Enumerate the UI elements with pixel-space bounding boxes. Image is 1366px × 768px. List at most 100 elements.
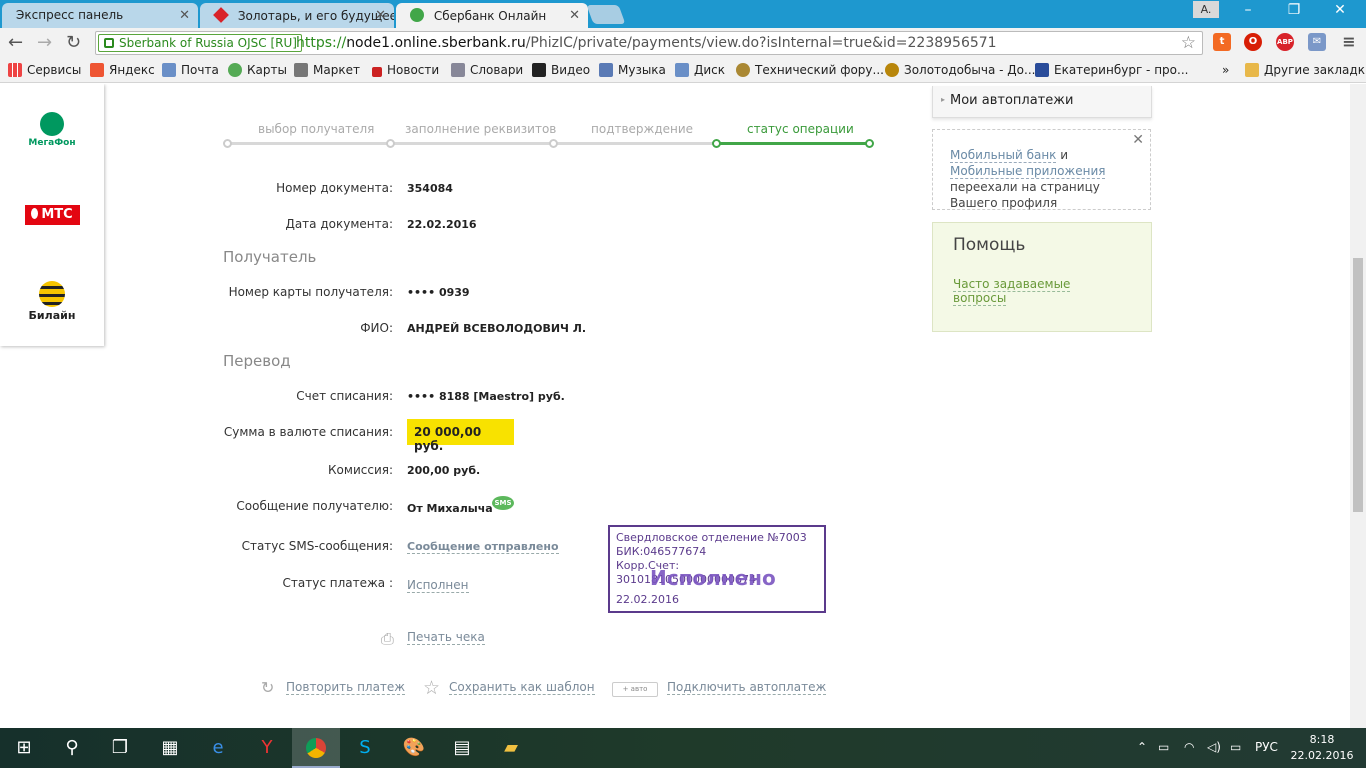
bookmark-label: Маркет: [313, 63, 360, 77]
wifi-icon[interactable]: ◠: [1184, 740, 1194, 754]
bookmark-label: Музыка: [618, 63, 666, 77]
browser-toolbar: ← → ↻ Sberbank of Russia OJSC [RU] https…: [0, 28, 1366, 58]
vertical-scrollbar[interactable]: [1350, 84, 1366, 728]
edge-icon[interactable]: e: [194, 728, 242, 768]
yandex-browser-icon[interactable]: Y: [243, 728, 291, 768]
taskbar-clock[interactable]: 8:18 22.02.2016: [1290, 732, 1354, 764]
scrollbar-thumb[interactable]: [1353, 258, 1363, 512]
repeat-payment-link[interactable]: Повторить платеж: [286, 680, 406, 695]
payment-status-link[interactable]: Исполнен: [407, 578, 469, 593]
print-receipt-link[interactable]: Печать чека: [407, 630, 485, 645]
faq-link[interactable]: Часто задаваемые вопросы: [953, 277, 1083, 306]
close-icon[interactable]: ✕: [569, 8, 580, 23]
operator-mts[interactable]: МТС: [0, 205, 104, 225]
bookmark-label: Словари: [470, 63, 524, 77]
bookmark-yandex[interactable]: Яндекс: [90, 63, 155, 77]
bookmark-music[interactable]: Музыка: [599, 63, 666, 77]
close-icon[interactable]: ✕: [179, 8, 190, 23]
auto-badge-text: авто: [630, 685, 648, 693]
account-label: Счет списания:: [296, 389, 393, 403]
ev-label: Sberbank of Russia OJSC [RU]: [119, 36, 297, 50]
other-bookmarks[interactable]: Другие закладки: [1245, 63, 1366, 77]
file-explorer-icon[interactable]: ▰: [487, 728, 535, 768]
step-label: выбор получателя: [258, 122, 375, 136]
bookmark-gold-mining[interactable]: Золотодобыча - До...: [885, 63, 1035, 77]
save-template-link[interactable]: Сохранить как шаблон: [449, 680, 595, 695]
bookmark-video[interactable]: Видео: [532, 63, 590, 77]
mobile-bank-link[interactable]: Мобильный банк: [950, 148, 1057, 163]
repeat-icon[interactable]: ↻: [261, 678, 274, 697]
input-language[interactable]: РУС: [1255, 740, 1278, 754]
opera-icon[interactable]: O: [1244, 33, 1262, 51]
mobile-apps-link[interactable]: Мобильные приложения: [950, 164, 1106, 179]
reload-icon[interactable]: ↻: [66, 32, 81, 53]
address-bar[interactable]: Sberbank of Russia OJSC [RU] https://nod…: [95, 31, 1203, 55]
sms-status-link[interactable]: Сообщение отправлено: [407, 540, 559, 554]
chrome-icon[interactable]: [292, 728, 340, 768]
forward-arrow-icon[interactable]: →: [37, 32, 52, 53]
windows-taskbar: ⊞ ⚲ ❐ ▦ e Y S 🎨 ▤ ▰ ⌃ ▭ ◠ ◁) ▭ РУС 8:18 …: [0, 728, 1366, 768]
url-text[interactable]: https://node1.online.sberbank.ru/PhizIC/…: [296, 35, 997, 51]
bookmark-mail[interactable]: Почта: [162, 63, 219, 77]
volume-icon[interactable]: ◁): [1207, 740, 1221, 754]
notification-icon[interactable]: ▭: [1230, 740, 1241, 754]
battery-icon[interactable]: ▭: [1158, 740, 1169, 754]
connect-autopay-link[interactable]: Подключить автоплатеж: [667, 680, 827, 695]
bookmarks-overflow[interactable]: »: [1222, 63, 1229, 77]
bank-stamp: Свердловское отделение №7003 БИК:0465776…: [608, 525, 826, 613]
stamp-branch: Свердловское отделение №7003: [616, 531, 807, 544]
tray-chevron-up-icon[interactable]: ⌃: [1137, 740, 1147, 754]
app-icon[interactable]: ▤: [438, 728, 486, 768]
my-autopayments-button[interactable]: ▸ Мои автоплатежи: [932, 86, 1152, 118]
market-icon: [294, 63, 308, 77]
auto-badge-icon[interactable]: + авто: [612, 682, 658, 697]
bookmark-news[interactable]: Новости: [372, 63, 439, 77]
page-viewport: МегаФон МТС Билайн выбор получателя запо…: [0, 84, 1350, 728]
mobile-notice: ✕ Мобильный банк и Мобильные приложения …: [932, 129, 1151, 210]
task-view-icon[interactable]: ❐: [96, 728, 144, 768]
minimize-icon[interactable]: –: [1238, 2, 1258, 18]
bookmark-disk[interactable]: Диск: [675, 63, 725, 77]
printer-icon[interactable]: ⎙: [381, 629, 394, 649]
sberbank-logo-icon: [410, 8, 424, 22]
megafon-logo-icon: [40, 112, 64, 136]
close-window-icon[interactable]: ✕: [1330, 2, 1350, 18]
bookmark-maps[interactable]: Карты: [228, 63, 287, 77]
bookmark-label: Диск: [694, 63, 726, 77]
menu-icon[interactable]: ≡: [1340, 33, 1358, 51]
bookmark-label: Другие закладки: [1264, 63, 1366, 77]
tab-express-panel[interactable]: Экспресс панель ✕: [2, 3, 198, 28]
fee-label: Комиссия:: [328, 463, 393, 477]
windows-start-icon[interactable]: ⊞: [0, 728, 48, 768]
restore-icon[interactable]: ❐: [1284, 2, 1304, 18]
extension-t-icon[interactable]: t: [1213, 33, 1231, 51]
bookmark-dictionaries[interactable]: Словари: [451, 63, 523, 77]
calculator-icon[interactable]: ▦: [146, 728, 194, 768]
adblock-icon[interactable]: ABP: [1276, 33, 1294, 51]
mail-icon[interactable]: ✉: [1308, 33, 1326, 51]
operator-sidebar: МегаФон МТС Билайн: [0, 84, 104, 346]
operator-megafon[interactable]: МегаФон: [0, 112, 104, 148]
search-icon[interactable]: ⚲: [48, 728, 96, 768]
forum-icon: [736, 63, 750, 77]
skype-icon[interactable]: S: [341, 728, 389, 768]
back-arrow-icon[interactable]: ←: [8, 32, 23, 53]
tab-sberbank-online[interactable]: Сбербанк Онлайн ✕: [396, 3, 588, 28]
step-dot: [386, 139, 395, 148]
tab-zolotar[interactable]: Золотарь, и его будущее ✕: [200, 3, 394, 28]
bookmark-services[interactable]: Сервисы: [8, 63, 81, 77]
operator-beeline[interactable]: Билайн: [0, 281, 104, 322]
paint-icon[interactable]: 🎨: [390, 728, 438, 768]
close-icon[interactable]: ✕: [375, 8, 386, 23]
notice-and: и: [1056, 148, 1069, 162]
bookmark-star-icon[interactable]: ☆: [1181, 33, 1196, 53]
close-icon[interactable]: ✕: [1132, 132, 1144, 148]
dictionary-icon: [451, 63, 465, 77]
profile-badge[interactable]: A.: [1193, 1, 1219, 18]
bookmark-ekaterinburg[interactable]: Екатеринбург - про...: [1035, 63, 1188, 77]
bookmark-tech-forum[interactable]: Технический фору...: [736, 63, 884, 77]
bookmark-market[interactable]: Маркет: [294, 63, 360, 77]
new-tab-button[interactable]: [586, 5, 626, 24]
star-icon[interactable]: ☆: [423, 677, 440, 699]
ev-certificate-badge[interactable]: Sberbank of Russia OJSC [RU]: [98, 34, 302, 52]
